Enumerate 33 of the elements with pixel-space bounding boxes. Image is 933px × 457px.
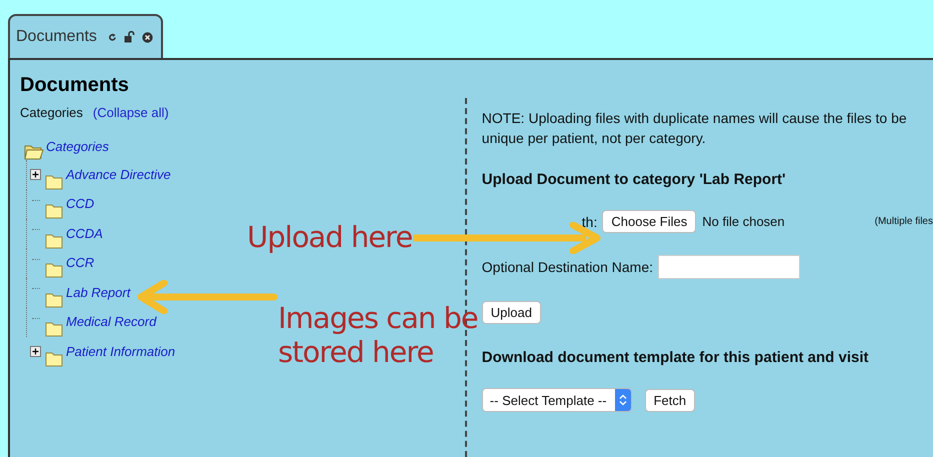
refresh-icon[interactable] — [108, 32, 117, 42]
tree-item[interactable]: CCD — [66, 196, 94, 211]
annotation-text: Images can be stored here — [278, 301, 478, 369]
choose-files-button[interactable]: Choose Files — [602, 210, 696, 233]
upload-button[interactable]: Upload — [482, 301, 541, 324]
source-label: th: — [582, 214, 598, 230]
file-status: No file chosen — [702, 214, 785, 229]
tree-item[interactable]: Patient Information — [66, 344, 176, 358]
tree-item[interactable]: CCDA — [66, 226, 103, 240]
upload-heading: Upload Document to category 'Lab Report' — [482, 171, 787, 188]
fetch-button[interactable]: Fetch — [644, 388, 696, 412]
lock-icon[interactable] — [124, 31, 135, 43]
close-icon[interactable] — [142, 32, 153, 42]
multiple-files-hint: (Multiple files — [874, 216, 933, 227]
note-text: unique per patient, not per category. — [482, 129, 707, 148]
tree-item[interactable]: Medical Record — [66, 314, 156, 329]
destination-label: Optional Destination Name: — [482, 259, 653, 275]
stepper-icon — [618, 394, 627, 406]
expand-icon[interactable] — [30, 169, 41, 180]
documents-tab[interactable]: Documents — [8, 14, 163, 58]
categories-label: Categories — [20, 105, 83, 120]
collapse-all-link[interactable]: (Collapse all) — [92, 105, 169, 120]
tree-item[interactable]: Lab Report — [66, 284, 130, 300]
expand-icon[interactable] — [30, 346, 40, 358]
template-select[interactable]: -- Select Template -- — [482, 388, 632, 412]
tree-item[interactable]: CCR — [66, 255, 94, 270]
tree-item[interactable]: Advance Directive — [66, 166, 171, 182]
tree-item[interactable]: Categories — [46, 139, 109, 154]
destination-input[interactable] — [658, 255, 800, 279]
panel-title: Documents — [20, 74, 130, 97]
download-heading: Download document template for this patient and visit — [482, 349, 870, 366]
annotation-text: Upload here — [247, 220, 412, 254]
note-text: NOTE: Uploading files with duplicate names will cause the files to be — [482, 109, 908, 128]
